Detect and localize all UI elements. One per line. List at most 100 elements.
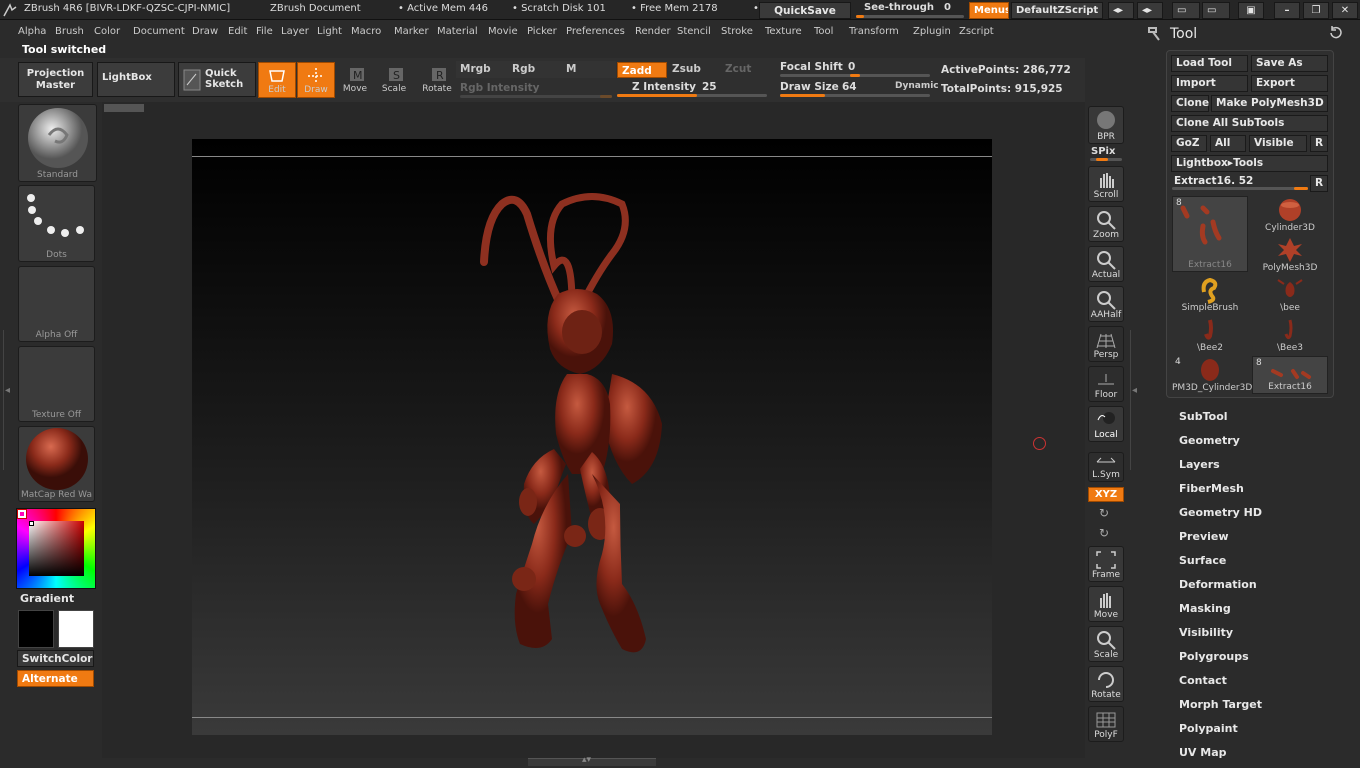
mrgb-toggle[interactable]: Mrgb xyxy=(460,63,491,75)
draw-button[interactable]: Draw xyxy=(297,62,335,98)
alternate-button[interactable]: Alternate xyxy=(17,670,94,687)
minimize-button[interactable]: – xyxy=(1274,2,1300,19)
dynamic-toggle[interactable]: Dynamic xyxy=(895,81,939,91)
menu-edit[interactable]: Edit xyxy=(228,26,247,37)
zadd-toggle[interactable]: Zadd xyxy=(617,62,667,78)
menu-transform[interactable]: Transform xyxy=(849,26,899,37)
projection-master-button[interactable]: Projection Master xyxy=(18,62,93,97)
layout-button-2[interactable]: ▭ xyxy=(1202,2,1230,19)
section-masking[interactable]: Masking xyxy=(1179,602,1231,615)
canvas-tab-handle[interactable] xyxy=(104,104,144,112)
current-tool-slider[interactable] xyxy=(1172,187,1308,190)
rotate-button[interactable]: R Rotate xyxy=(418,62,456,100)
menu-tool[interactable]: Tool xyxy=(814,26,833,37)
section-subtool[interactable]: SubTool xyxy=(1179,410,1228,423)
tool-thumbnail[interactable]: \bee xyxy=(1252,276,1328,314)
menu-zscript[interactable]: Zscript xyxy=(959,26,994,37)
bee-girl-sculpt[interactable] xyxy=(472,184,692,674)
menu-material[interactable]: Material xyxy=(437,26,478,37)
rotate-z-icon[interactable]: ↻ xyxy=(1099,526,1109,540)
lsym-button[interactable]: L.Sym xyxy=(1088,452,1124,482)
make-polymesh3d-button[interactable]: Make PolyMesh3D xyxy=(1211,95,1328,112)
menu-file[interactable]: File xyxy=(256,26,273,37)
section-polypaint[interactable]: Polypaint xyxy=(1179,722,1238,735)
maximize-button[interactable]: ❐ xyxy=(1303,2,1329,19)
reset-icon[interactable] xyxy=(1328,26,1342,40)
rotate-view-button[interactable]: Rotate xyxy=(1088,666,1124,702)
tool-thumbnail[interactable]: 8 Extract16 xyxy=(1252,356,1328,394)
m-toggle[interactable]: M xyxy=(566,63,576,75)
goz-all-button[interactable]: All xyxy=(1210,135,1246,152)
section-contact[interactable]: Contact xyxy=(1179,674,1227,687)
actual-button[interactable]: Actual xyxy=(1088,246,1124,282)
canvas-bottom-handle[interactable]: ▴▾ xyxy=(528,755,656,766)
export-button[interactable]: Export xyxy=(1251,75,1328,92)
focal-shift-slider[interactable] xyxy=(780,74,930,77)
scroll-right-button[interactable]: ◂▸ xyxy=(1137,2,1163,19)
texture-slot[interactable]: Texture Off xyxy=(18,346,95,422)
draw-size-slider[interactable] xyxy=(780,94,930,97)
section-layers[interactable]: Layers xyxy=(1179,458,1220,471)
clone-button[interactable]: Clone xyxy=(1171,95,1209,112)
seethrough-slider[interactable] xyxy=(856,15,964,18)
polyf-button[interactable]: PolyF xyxy=(1088,706,1124,742)
scroll-left-button[interactable]: ◂▸ xyxy=(1108,2,1134,19)
scale-view-button[interactable]: Scale xyxy=(1088,626,1124,662)
clone-all-subtools-button[interactable]: Clone All SubTools xyxy=(1171,115,1328,132)
lock-button[interactable]: ▣ xyxy=(1238,2,1264,19)
section-deformation[interactable]: Deformation xyxy=(1179,578,1257,591)
import-button[interactable]: Import xyxy=(1171,75,1248,92)
default-zscript-button[interactable]: DefaultZScript xyxy=(1011,2,1103,19)
tool-r-button[interactable]: R xyxy=(1310,175,1328,192)
goz-button[interactable]: GoZ xyxy=(1171,135,1207,152)
menu-zplugin[interactable]: Zplugin xyxy=(913,26,951,37)
section-morph-target[interactable]: Morph Target xyxy=(1179,698,1262,711)
right-collapse-handle[interactable]: ◂ xyxy=(1130,330,1138,470)
zsub-toggle[interactable]: Zsub xyxy=(672,63,701,75)
menu-movie[interactable]: Movie xyxy=(488,26,518,37)
left-collapse-handle[interactable]: ◂ xyxy=(3,330,11,470)
quicksave-button[interactable]: QuickSave xyxy=(759,2,851,19)
menu-preferences[interactable]: Preferences xyxy=(566,26,625,37)
tool-thumbnail[interactable]: \Bee3 xyxy=(1252,316,1328,354)
color-picker-square[interactable] xyxy=(29,521,84,576)
layout-button-1[interactable]: ▭ xyxy=(1172,2,1200,19)
xyz-button[interactable]: XYZ xyxy=(1088,487,1124,502)
rgb-intensity-slider[interactable] xyxy=(460,95,612,98)
tool-thumbnail[interactable]: 8 Extract16 xyxy=(1172,196,1248,272)
floor-button[interactable]: Floor xyxy=(1088,366,1124,402)
tool-thumbnail[interactable]: SimpleBrush xyxy=(1172,276,1248,314)
edit-button[interactable]: Edit xyxy=(258,62,296,98)
lightbox-tools-button[interactable]: Lightbox▸Tools xyxy=(1171,155,1328,172)
lightbox-button[interactable]: LightBox xyxy=(97,62,175,97)
primary-color-swatch[interactable] xyxy=(18,610,54,648)
zoom-button[interactable]: Zoom xyxy=(1088,206,1124,242)
aahalf-button[interactable]: AAHalf xyxy=(1088,286,1124,322)
color-picker[interactable] xyxy=(16,508,96,589)
secondary-color-swatch[interactable] xyxy=(58,610,94,648)
menu-macro[interactable]: Macro xyxy=(351,26,381,37)
alpha-slot[interactable]: Alpha Off xyxy=(18,266,95,342)
menu-layer[interactable]: Layer xyxy=(281,26,309,37)
quick-sketch-button[interactable]: Quick Sketch xyxy=(178,62,256,97)
brush-slot[interactable]: Standard xyxy=(18,104,97,182)
menu-picker[interactable]: Picker xyxy=(527,26,557,37)
tool-thumbnail[interactable]: 4 PM3D_Cylinder3D xyxy=(1172,356,1252,394)
load-tool-button[interactable]: Load Tool xyxy=(1171,55,1248,72)
scale-button[interactable]: S Scale xyxy=(375,62,413,100)
spix-slider[interactable] xyxy=(1090,158,1122,161)
section-visibility[interactable]: Visibility xyxy=(1179,626,1233,639)
menu-document[interactable]: Document xyxy=(133,26,185,37)
switch-color-button[interactable]: SwitchColor xyxy=(17,650,94,667)
stroke-slot[interactable]: Dots xyxy=(18,185,95,262)
zcut-toggle[interactable]: Zcut xyxy=(725,63,751,75)
material-slot[interactable]: MatCap Red Wa xyxy=(18,426,95,502)
tool-thumbnail[interactable]: Cylinder3D xyxy=(1252,196,1328,234)
section-uv-map[interactable]: UV Map xyxy=(1179,746,1227,759)
goz-r-button[interactable]: R xyxy=(1310,135,1328,152)
menu-marker[interactable]: Marker xyxy=(394,26,429,37)
menu-render[interactable]: Render xyxy=(635,26,671,37)
document-canvas[interactable] xyxy=(192,139,992,735)
section-geometry-hd[interactable]: Geometry HD xyxy=(1179,506,1262,519)
menu-texture[interactable]: Texture xyxy=(765,26,802,37)
